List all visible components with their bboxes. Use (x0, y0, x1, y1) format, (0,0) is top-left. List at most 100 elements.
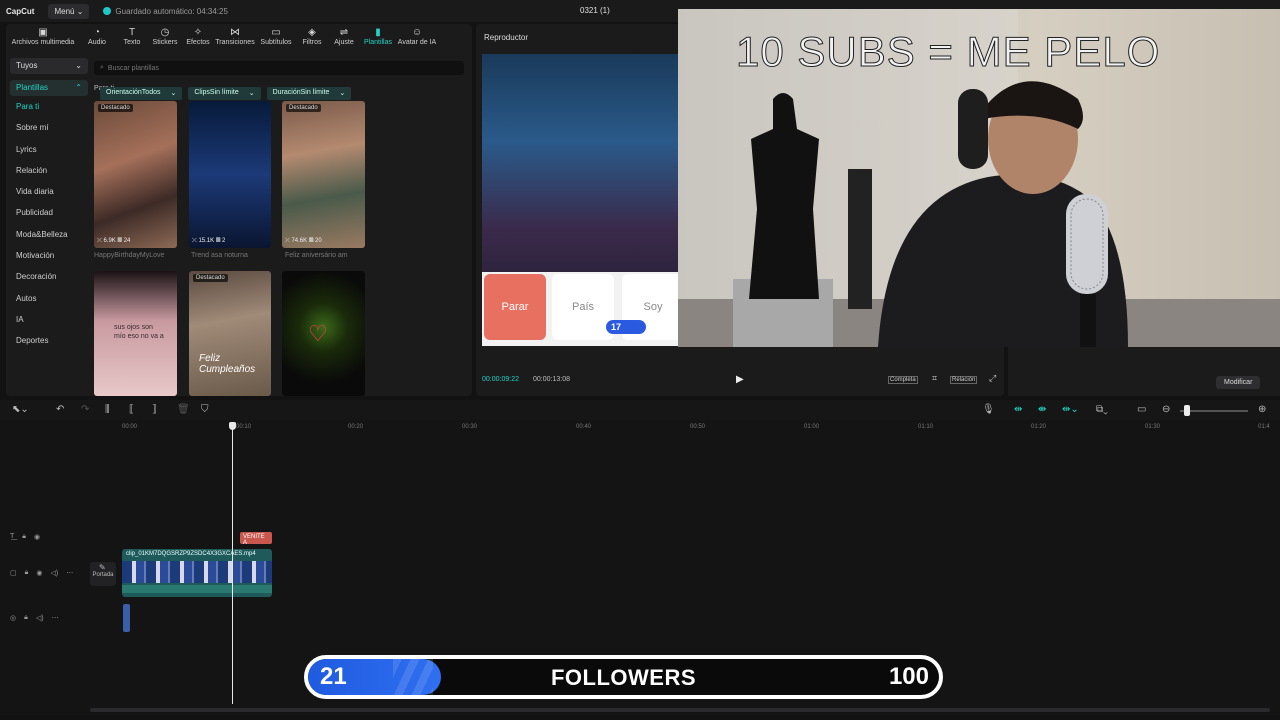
template-card[interactable]: ⤫ 15.1K ▦ 2 (189, 101, 271, 248)
followers-track: FOLLOWERS 21 100 (308, 659, 939, 695)
sidebar-item-ia[interactable]: IA (10, 309, 88, 330)
playhead-handle[interactable] (229, 422, 236, 430)
asset-toolbar: ▣ Archivos multimedia ◔ Audio T Texto ◷ Stic… (6, 24, 472, 50)
lock-icon[interactable]: 🔒︎ (25, 569, 29, 577)
tuyos-dropdown[interactable]: Tuyos ⌄ (10, 58, 88, 74)
sidebar-item-deportes[interactable]: Deportes (10, 330, 88, 351)
modify-button[interactable]: Modificar (1216, 376, 1261, 389)
template-card[interactable]: ♡ (282, 271, 365, 396)
autosave-status: Guardado automático: 04:34:25 (103, 7, 228, 16)
template-card[interactable]: Destacado ⤫ 6.9K ▦ 24 (94, 101, 177, 248)
sidebar-item-autos[interactable]: Autos (10, 288, 88, 309)
menu-button[interactable]: Menú ⌄ (48, 3, 90, 19)
project-title: 0321 (1) (580, 6, 610, 15)
tool-filters[interactable]: ◈ Filtros (296, 24, 328, 50)
trim-left-icon[interactable]: ⟦ (129, 404, 134, 415)
templates-group[interactable]: Plantillas ⌃ (10, 80, 88, 96)
zoom-slider-handle[interactable] (1184, 405, 1190, 416)
template-card[interactable]: Destacado ⤫ 74.6K ▦ 20 (282, 101, 365, 248)
lock-icon[interactable]: 🔒︎ (24, 614, 28, 622)
playhead[interactable] (232, 422, 233, 704)
expand-icon[interactable]: ⤢ (988, 373, 997, 384)
zoom-out-icon[interactable]: ⊖ (1162, 404, 1170, 415)
sidebar-item-relacion[interactable]: Relación (10, 160, 88, 181)
delete-icon[interactable]: 🗑 (177, 404, 190, 415)
stop-button[interactable]: Parar (484, 274, 546, 340)
timeline-scrollbar[interactable] (90, 708, 1270, 712)
sidebar-item-decoracion[interactable]: Decoración (10, 266, 88, 287)
zoom-in-icon[interactable]: ⊕ (1258, 404, 1266, 415)
filter-duration[interactable]: DuraciónSin límite ⌄ (266, 87, 352, 100)
tool-label: Archivos multimedia (11, 39, 75, 46)
sidebar-item-publicidad[interactable]: Publicidad (10, 202, 88, 223)
group-label: Plantillas (16, 83, 49, 92)
tool-subtitles[interactable]: ▭ Subtítulos (256, 24, 296, 50)
tool-ai-avatar[interactable]: ☺ Avatar de IA (396, 24, 438, 50)
country-button[interactable]: País (552, 274, 614, 340)
more-icon[interactable]: ⋯ (52, 614, 59, 622)
sidebar-item-moda-belleza[interactable]: Moda&Belleza (10, 224, 88, 245)
split-icon[interactable]: ⫼ (105, 404, 110, 415)
eye-icon[interactable]: ◉ (36, 569, 42, 577)
audio-clip[interactable] (123, 604, 130, 632)
tool-audio[interactable]: ◔ Audio (78, 24, 116, 50)
filter-orientation[interactable]: OrientaciónTodos ⌄ (100, 87, 183, 100)
video-clip[interactable]: clip_01KM7DQGSRZP9ZSDC4X3GXCAES.mp4 (122, 549, 272, 597)
media-icon: ▣ (38, 27, 48, 38)
speaker-icon[interactable]: ◁) (36, 614, 44, 622)
preview-axis-icon[interactable]: ⇹⌄ (1062, 404, 1079, 415)
filters-row: OrientaciónTodos ⌄ ClipsSin límite ⌄ Durac… (100, 87, 352, 100)
ruler-tick: 01:20 (1031, 424, 1047, 430)
tool-effects[interactable]: ✧ Efectos (182, 24, 214, 50)
link-main-track-icon[interactable]: ⇹ (1014, 404, 1022, 415)
sidebar-item-motivacion[interactable]: Motivación (10, 245, 88, 266)
eye-icon[interactable]: ◉ (34, 533, 40, 541)
template-card[interactable]: sus ojos son mío eso no va a (94, 271, 177, 396)
play-button[interactable]: ▶ (736, 374, 744, 385)
sidebar-item-lyrics[interactable]: Lyrics (10, 139, 88, 160)
video-track-icon: ▢ (10, 570, 17, 577)
more-icon[interactable]: ⋯ (66, 569, 73, 577)
screen-icon[interactable]: ▭ (1137, 404, 1146, 415)
microphone-icon[interactable]: 🎙 (982, 404, 995, 415)
text-track-icon: T͟ (10, 533, 15, 540)
tool-transitions[interactable]: ⋈ Transiciones (214, 24, 256, 50)
lock-icon[interactable]: 🔒︎ (22, 533, 26, 541)
select-tool-icon[interactable]: ⬉⌄ (12, 404, 29, 415)
sidebar-item-vida-diaria[interactable]: Vida diaria (10, 181, 88, 202)
filter-value: Sin límite (209, 89, 239, 96)
template-card[interactable]: Destacado Feliz Cumpleaños (189, 271, 271, 396)
template-search-input[interactable]: ⌕ Buscar plantillas (94, 61, 464, 75)
speaker-icon[interactable]: ◁) (50, 569, 58, 577)
audio-track-controls: ◎ 🔒︎ ◁) ⋯ (10, 614, 59, 622)
shield-icon[interactable]: ⛉ (201, 404, 209, 415)
featured-badge: Destacado (286, 104, 321, 112)
ai-avatar-icon: ☺ (411, 27, 423, 38)
ratio-button[interactable]: Relación (950, 376, 978, 384)
cover-button[interactable]: ✎ Portada (90, 562, 116, 586)
trim-right-icon[interactable]: ⟧ (152, 404, 157, 415)
sidebar-item-para-ti[interactable]: Para ti (10, 96, 88, 117)
tool-media[interactable]: ▣ Archivos multimedia (8, 24, 78, 50)
redo-icon[interactable]: ↷ (81, 404, 89, 415)
crop-icon[interactable]: ⌗ (931, 373, 938, 384)
tool-label: Stickers (152, 39, 178, 46)
card-caption: Feliz aniversário am (285, 252, 348, 259)
chevron-down-icon: ⌄ (339, 90, 346, 97)
fullscreen-mode-button[interactable]: Completa (888, 376, 918, 384)
ruler-tick: 01:30 (1145, 424, 1161, 430)
followers-goal: 100 (888, 663, 929, 690)
sidebar-item-sobre-mi[interactable]: Sobre mí (10, 117, 88, 138)
undo-icon[interactable]: ↶ (56, 404, 64, 415)
tool-adjust[interactable]: ⇌ Ajuste (328, 24, 360, 50)
tool-text[interactable]: T Texto (116, 24, 148, 50)
caption-toggle-icon[interactable]: ⧉⌄ (1096, 404, 1108, 415)
audio-icon: ◔ (93, 27, 101, 38)
filter-clips[interactable]: ClipsSin límite ⌄ (188, 87, 261, 100)
magnet-icon[interactable]: ⇼ (1038, 404, 1046, 415)
tool-label: Transiciones (215, 39, 255, 46)
zoom-slider[interactable] (1180, 410, 1248, 412)
text-clip[interactable]: VENITE A (240, 532, 272, 546)
tool-stickers[interactable]: ◷ Stickers (148, 24, 182, 50)
tool-templates[interactable]: ▮ Plantillas (360, 24, 396, 50)
